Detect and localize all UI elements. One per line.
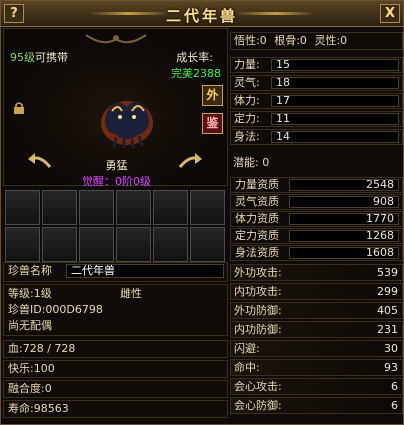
pet-left-panel: 95级可携带 成长率: 完美2388 外 鉴 勇猛 觉醒：0阶0级 珍兽名称 二… <box>3 28 228 424</box>
attr-label: 力量: <box>234 58 260 71</box>
pet-name-label: 珍兽名称 <box>8 264 52 277</box>
attr-value: 18 <box>271 77 399 89</box>
lock-icon[interactable] <box>12 101 26 115</box>
title-bar[interactable]: ? 二代年兽 X <box>1 1 403 27</box>
lingxing-value: 灵性:0 <box>314 34 348 47</box>
aptitude-row: 力量资质 2548 <box>230 177 403 193</box>
pet-display: 95级可携带 成长率: 完美2388 外 鉴 勇猛 觉醒：0阶0级 <box>3 28 228 188</box>
combat-stat-row: 会心防御: 6 <box>230 397 403 414</box>
combat-stat-row: 会心攻击: 6 <box>230 378 403 395</box>
pet-happiness: 快乐:100 <box>3 360 228 378</box>
attr-row-stamina: 体力: 17 <box>230 93 403 109</box>
combat-stat-value: 539 <box>377 266 398 279</box>
aptitude-value: 1268 <box>289 230 399 242</box>
pet-spouse: 尚无配偶 <box>8 319 52 332</box>
pet-level: 95级可携带 <box>10 49 68 65</box>
pet-id: 珍兽ID:000D6798 <box>8 303 103 316</box>
base-stats-row: 悟性:0 根骨:0 灵性:0 <box>230 32 403 50</box>
aptitude-row: 灵气资质 908 <box>230 194 403 210</box>
aptitude-value: 2548 <box>289 179 399 191</box>
aptitude-value: 1770 <box>289 213 399 225</box>
combat-stat-value: 93 <box>384 361 398 374</box>
combat-stat-row: 命中: 93 <box>230 359 403 376</box>
appraise-button[interactable]: 鉴 <box>202 113 223 134</box>
aptitude-row: 体力资质 1770 <box>230 211 403 227</box>
skill-slot[interactable] <box>42 190 77 225</box>
title-ornament-right <box>235 12 315 15</box>
attr-value: 14 <box>271 131 399 143</box>
aptitude-value: 1608 <box>289 247 399 259</box>
combat-stat-value: 231 <box>377 323 398 336</box>
attr-row-strength: 力量: 15 <box>230 57 403 73</box>
ornament-icon <box>85 34 147 44</box>
attr-row-agility: 身法: 14 <box>230 129 403 145</box>
aptitude-value: 908 <box>289 196 399 208</box>
skill-slot[interactable] <box>116 227 151 262</box>
pet-right-panel: 悟性:0 根骨:0 灵性:0 力量: 15 灵气: 18 体力: 17 定力: … <box>230 28 403 424</box>
skill-slot[interactable] <box>190 190 225 225</box>
attr-label: 灵气: <box>234 76 260 89</box>
attr-value: 17 <box>271 95 399 107</box>
attr-row-focus: 定力: 11 <box>230 111 403 127</box>
combat-stat-row: 内功攻击: 299 <box>230 283 403 300</box>
pet-level-text: 等级:1级 <box>8 287 52 300</box>
combat-stat-row: 闪避: 30 <box>230 340 403 357</box>
skill-slot[interactable] <box>79 190 114 225</box>
skill-slots <box>3 188 228 264</box>
aptitude-label: 身法资质 <box>235 246 279 259</box>
aptitude-label: 灵气资质 <box>235 195 279 208</box>
skill-slot[interactable] <box>153 190 188 225</box>
pet-temperament: 勇猛 <box>105 159 128 172</box>
aptitude-row: 身法资质 1608 <box>230 245 403 261</box>
pet-carry-label: 可携带 <box>35 51 68 64</box>
potential-points: 潜能: 0 <box>233 156 270 169</box>
attr-label: 体力: <box>234 94 260 107</box>
pet-gender: 雌性 <box>120 287 142 300</box>
pet-level-value: 95级 <box>10 51 35 64</box>
gengu-value: 根骨:0 <box>274 34 307 47</box>
pet-lifespan: 寿命:98563 <box>3 400 228 418</box>
wuxing-value: 悟性:0 <box>234 34 267 47</box>
attr-label: 身法: <box>234 130 260 143</box>
skill-slot[interactable] <box>5 227 40 262</box>
growth-value: 完美2388 <box>171 67 221 80</box>
external-button[interactable]: 外 <box>202 85 223 106</box>
pet-detail-box: 等级:1级 雌性 珍兽ID:000D6798 尚无配偶 <box>3 284 228 336</box>
skill-slot[interactable] <box>153 227 188 262</box>
skill-slot[interactable] <box>190 227 225 262</box>
attr-label: 定力: <box>234 112 260 125</box>
pet-fusion: 融合度:0 <box>3 380 228 398</box>
aptitude-label: 力量资质 <box>235 178 279 191</box>
attr-value: 15 <box>271 59 399 71</box>
combat-stat-value: 6 <box>391 399 398 412</box>
growth-label: 成长率: <box>176 51 213 64</box>
aptitude-row: 定力资质 1268 <box>230 228 403 244</box>
combat-stat-row: 外功攻击: 539 <box>230 264 403 281</box>
attr-value: 11 <box>271 113 399 125</box>
window-title: 二代年兽 <box>165 7 238 25</box>
combat-stat-value: 299 <box>377 285 398 298</box>
awaken-level: 觉醒：0阶0级 <box>82 175 151 188</box>
pet-info-window: ? 二代年兽 X 95级可携带 成长率: 完美2388 外 鉴 勇猛 觉醒：0阶… <box>0 0 404 425</box>
combat-stat-value: 405 <box>377 304 398 317</box>
combat-stat-value: 6 <box>391 380 398 393</box>
pet-name-row: 珍兽名称 二代年兽 <box>3 262 228 282</box>
close-button[interactable]: X <box>380 4 400 23</box>
combat-stat-row: 内功防御: 231 <box>230 321 403 338</box>
skill-slot[interactable] <box>5 190 40 225</box>
skill-slot[interactable] <box>116 190 151 225</box>
pet-model-icon <box>101 101 153 149</box>
attr-row-spirit: 灵气: 18 <box>230 75 403 91</box>
aptitude-label: 体力资质 <box>235 212 279 225</box>
aptitude-label: 定力资质 <box>235 229 279 242</box>
combat-stat-row: 外功防御: 405 <box>230 302 403 319</box>
skill-slot[interactable] <box>42 227 77 262</box>
pet-hp: 血:728 / 728 <box>3 340 228 358</box>
skill-slot[interactable] <box>79 227 114 262</box>
combat-stat-value: 30 <box>384 342 398 355</box>
pet-name-field[interactable]: 二代年兽 <box>66 264 224 278</box>
